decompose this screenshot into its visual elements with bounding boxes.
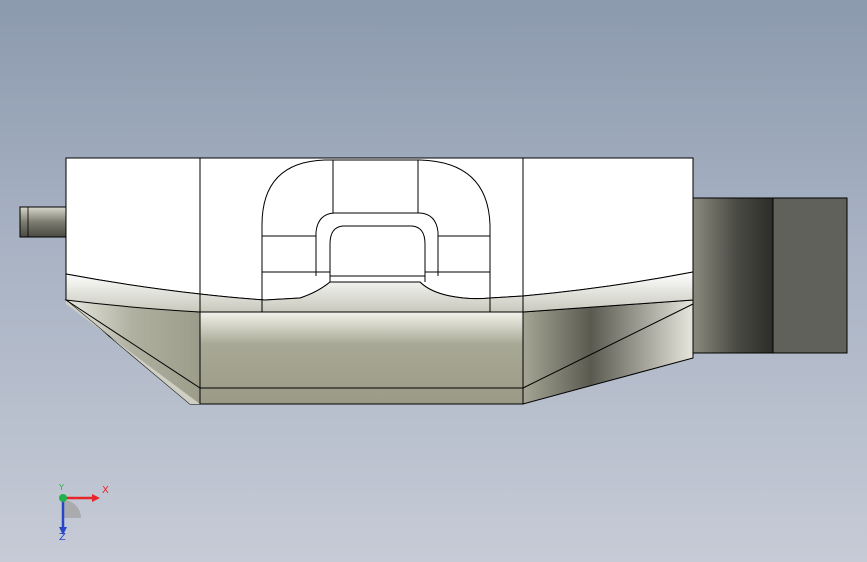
lower-body[interactable] — [64, 299, 694, 405]
left-pin[interactable] — [19, 206, 69, 238]
axis-triad: X Y Z — [40, 480, 120, 550]
right-shaft[interactable] — [692, 197, 848, 354]
y-axis-dot — [59, 494, 67, 502]
triad-quadrant — [63, 500, 81, 518]
z-axis-label: Z — [59, 532, 66, 543]
x-axis-arrowhead — [92, 494, 100, 502]
x-axis-label: X — [102, 485, 109, 496]
y-axis-label: Y — [59, 483, 64, 492]
top-body[interactable] — [65, 157, 694, 313]
cad-model[interactable] — [0, 0, 867, 562]
cad-viewport[interactable]: X Y Z — [0, 0, 867, 562]
